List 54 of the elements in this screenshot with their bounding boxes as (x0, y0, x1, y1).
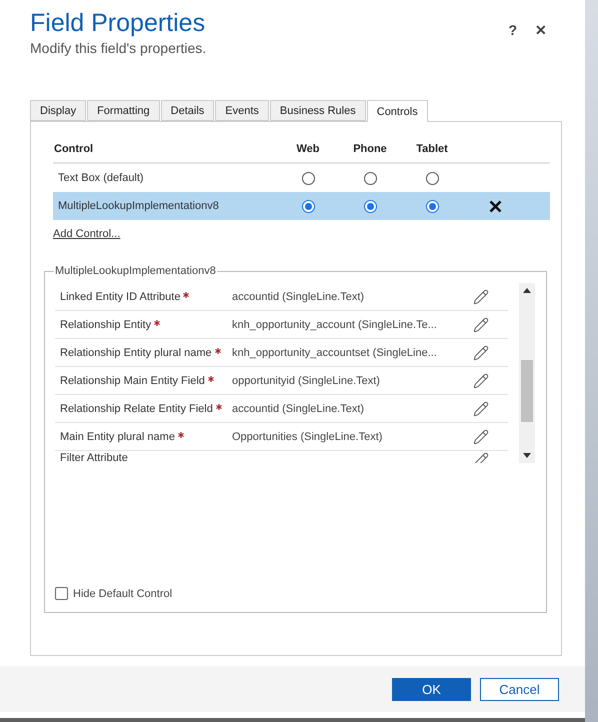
edit-icon[interactable] (473, 372, 489, 388)
radio-button[interactable] (364, 172, 376, 184)
cancel-button[interactable]: Cancel (480, 678, 559, 700)
group-legend: MultipleLookupImplementationv8 (54, 265, 217, 277)
remove-icon[interactable] (488, 200, 502, 212)
property-label: Main Entity plural name (59, 430, 175, 442)
property-label: Relationship Entity plural name (59, 346, 212, 358)
edit-icon[interactable] (473, 344, 489, 360)
column-header: Phone (353, 143, 387, 155)
dialog-title: Field Properties (30, 8, 206, 38)
control-name: Text Box (default) (57, 172, 145, 184)
radio-button[interactable] (302, 200, 314, 212)
edit-icon[interactable] (473, 400, 489, 416)
radio-button[interactable] (426, 200, 438, 212)
tab[interactable]: Business Rules (270, 100, 366, 121)
tab[interactable]: Formatting (87, 100, 160, 121)
radio-button[interactable] (426, 172, 438, 184)
property-label: Relationship Entity (59, 318, 152, 330)
dialog-subtitle: Modify this field's properties. (30, 40, 206, 56)
column-header: Tablet (416, 143, 448, 155)
edit-icon[interactable] (473, 316, 489, 332)
scroll-down-icon[interactable] (523, 453, 531, 458)
property-value: knh_opportunity_account (SingleLine.Te... (232, 318, 438, 330)
scroll-thumb[interactable] (521, 360, 533, 422)
selected-table-row[interactable]: MultipleLookupImplementationv8 (53, 192, 550, 220)
property-value: Opportunities (SingleLine.Text) (232, 430, 384, 442)
column-header: Control (53, 143, 94, 155)
close-button[interactable]: ✕ (533, 22, 549, 38)
edit-icon[interactable] (473, 428, 489, 444)
control-name: MultipleLookupImplementationv8 (57, 200, 220, 212)
ok-button[interactable]: OK (392, 678, 471, 700)
property-value: accountid (SingleLine.Text) (232, 402, 366, 414)
property-value: opportunityid (SingleLine.Text) (232, 374, 381, 386)
edit-icon[interactable] (473, 288, 489, 304)
property-value: knh_opportunity_accountset (SingleLine... (232, 346, 438, 358)
add-control-link[interactable]: Add Control... (53, 228, 120, 240)
checkbox[interactable] (55, 587, 68, 600)
property-label: Relationship Relate Entity Field (59, 402, 213, 414)
column-header: Web (296, 143, 320, 155)
tab[interactable]: Display (30, 100, 86, 121)
property-label: Relationship Main Entity Field (59, 374, 205, 386)
property-label: Linked Entity ID Attribute (59, 290, 180, 302)
table-row[interactable]: Text Box (default) (53, 164, 550, 192)
tab[interactable]: Details (160, 100, 214, 121)
checkbox-label: Hide Default Control (73, 588, 172, 600)
scrollbar[interactable] (519, 283, 535, 463)
scroll-up-icon[interactable] (523, 288, 531, 293)
tab[interactable]: Events (215, 100, 269, 121)
property-value: accountid (SingleLine.Text) (232, 290, 366, 302)
tab[interactable]: Controls (366, 100, 428, 122)
radio-button[interactable] (364, 200, 376, 212)
property-label: Filter Attribute (59, 452, 128, 463)
help-button[interactable]: ? (506, 22, 519, 38)
radio-button[interactable] (302, 172, 314, 184)
